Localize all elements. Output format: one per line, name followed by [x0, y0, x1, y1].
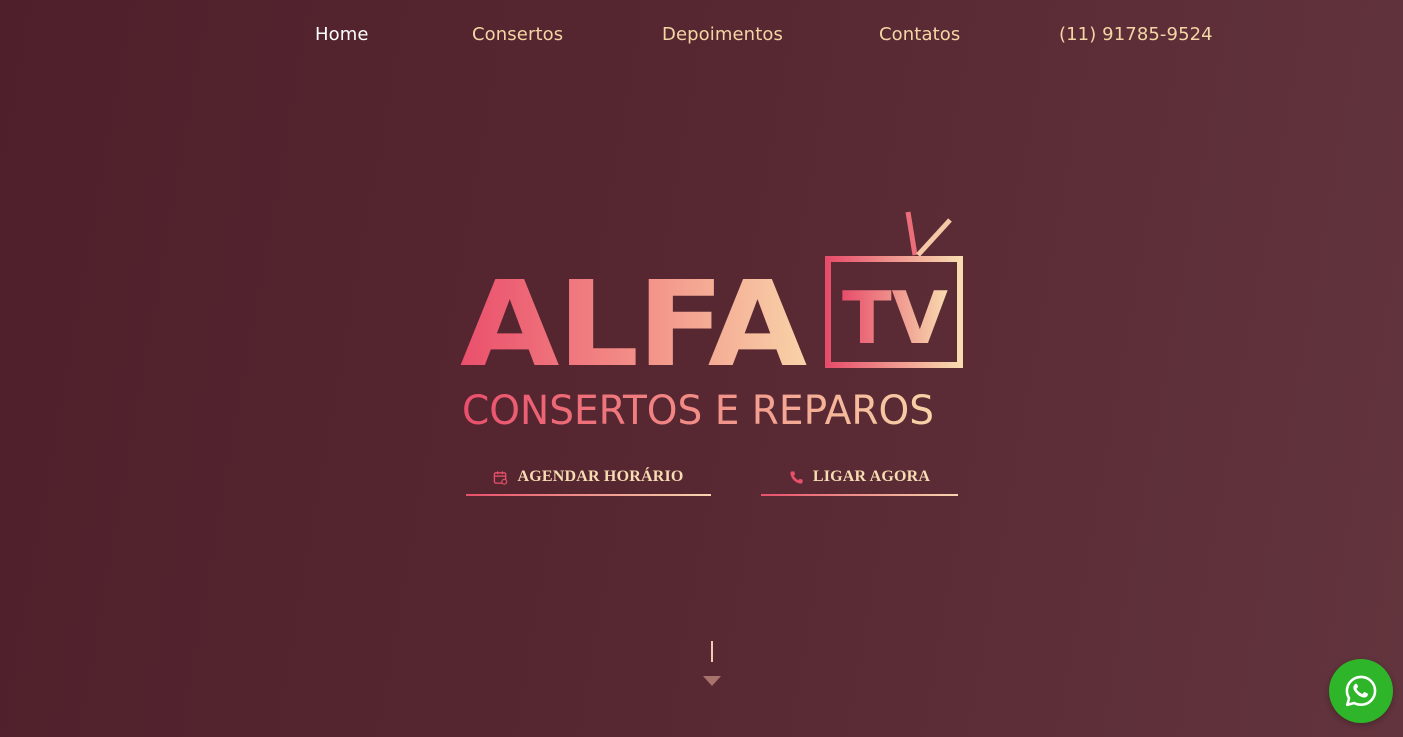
main-nav: Home Consertos Depoimentos Contatos (11)… — [0, 0, 1403, 72]
nav-home[interactable]: Home — [315, 24, 369, 45]
whatsapp-button[interactable] — [1329, 659, 1393, 723]
ligar-agora-button[interactable]: LIGAR AGORA — [761, 458, 958, 496]
nav-depoimentos[interactable]: Depoimentos — [662, 24, 783, 45]
arrow-down-icon[interactable] — [703, 676, 721, 686]
whatsapp-icon — [1343, 673, 1379, 709]
phone-icon — [789, 470, 804, 485]
logo-tv: TV — [842, 276, 948, 360]
agendar-label: AGENDAR HORÁRIO — [517, 468, 684, 485]
scroll-indicator-line — [711, 641, 713, 662]
logo-tagline: CONSERTOS E REPAROS — [462, 388, 934, 434]
nav-consertos[interactable]: Consertos — [472, 24, 563, 45]
nav-phone[interactable]: (11) 91785-9524 — [1059, 24, 1213, 45]
agendar-horario-button[interactable]: AGENDAR HORÁRIO — [466, 458, 711, 496]
calendar-icon — [493, 470, 508, 485]
nav-contatos[interactable]: Contatos — [879, 24, 960, 45]
alfa-tv-logo: ALFA TV CONSERTOS E REPAROS — [460, 205, 970, 435]
ligar-label: LIGAR AGORA — [812, 468, 931, 485]
logo-brand: ALFA — [460, 255, 807, 393]
